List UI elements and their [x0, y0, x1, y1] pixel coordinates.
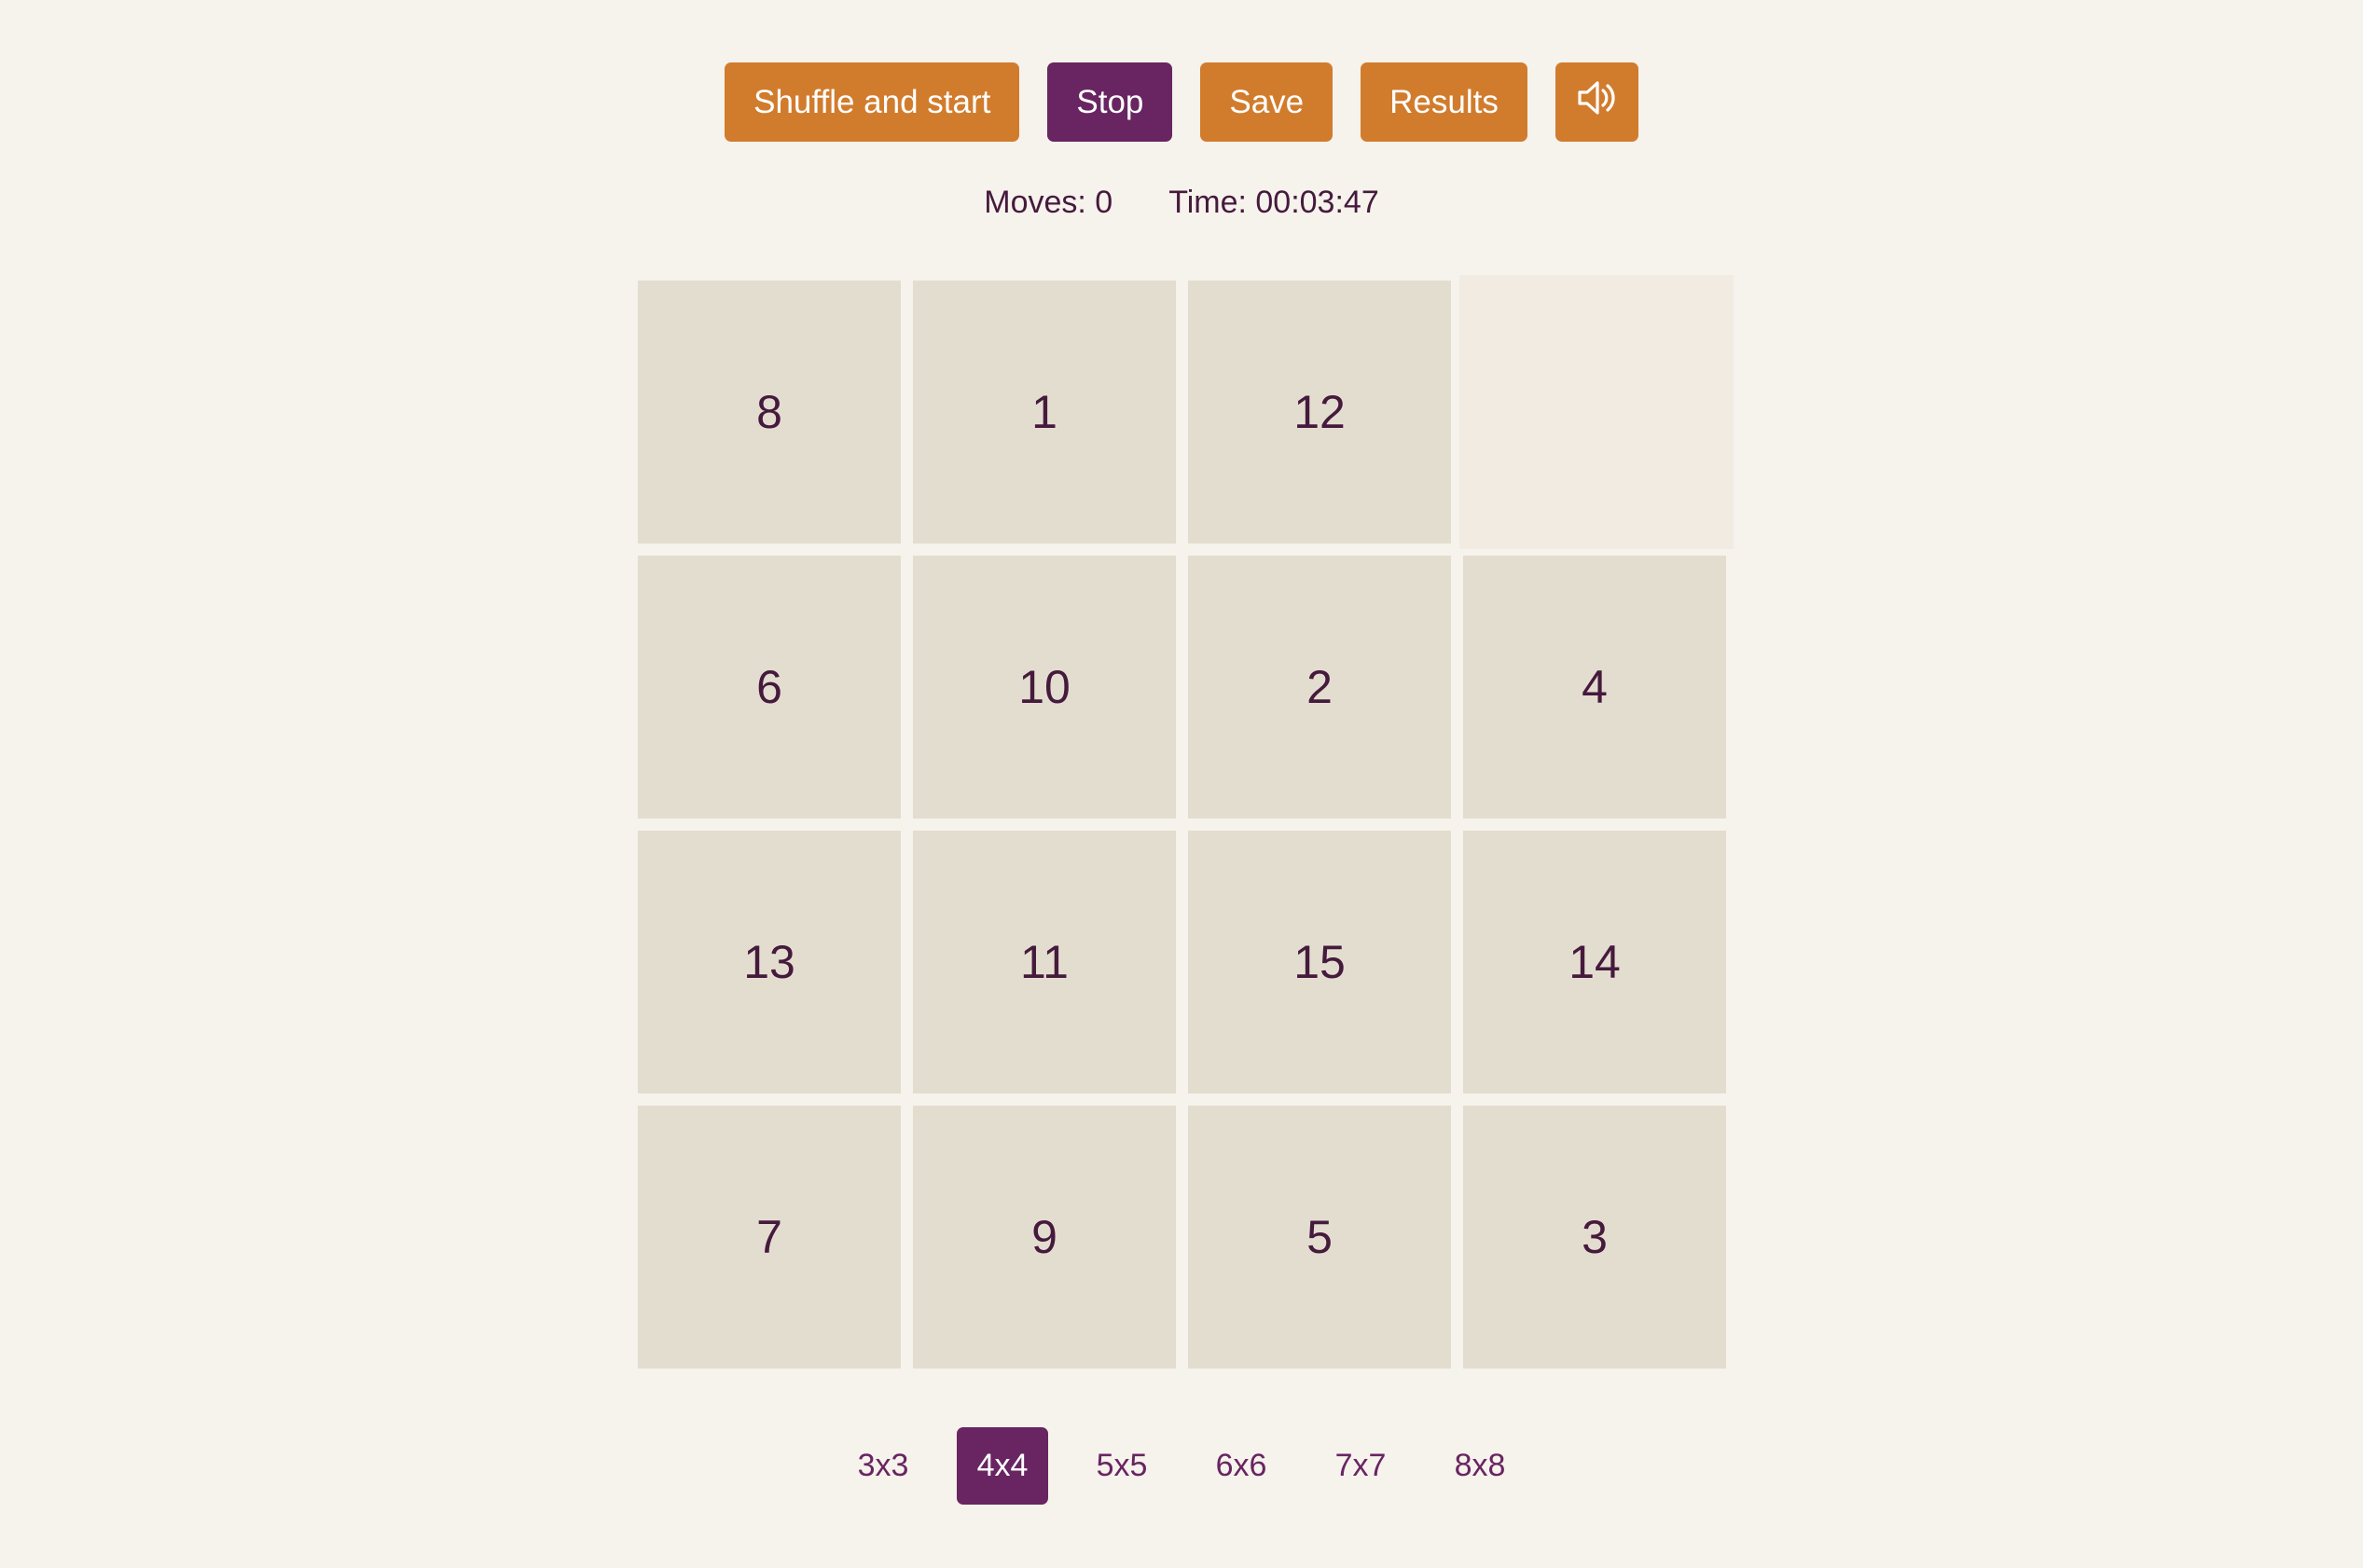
puzzle-tile[interactable]: 4: [1463, 556, 1726, 818]
puzzle-tile[interactable]: 7: [638, 1106, 901, 1369]
size-option-8x8[interactable]: 8x8: [1434, 1427, 1526, 1505]
size-option-7x7[interactable]: 7x7: [1315, 1427, 1406, 1505]
size-option-5x5[interactable]: 5x5: [1076, 1427, 1168, 1505]
size-option-3x3[interactable]: 3x3: [837, 1427, 929, 1505]
puzzle-tile[interactable]: 2: [1188, 556, 1451, 818]
size-option-6x6[interactable]: 6x6: [1195, 1427, 1287, 1505]
puzzle-board: 8 1 12 6 10 2 4 13 11 15 14 7 9 5 3: [638, 275, 1734, 1369]
puzzle-tile[interactable]: 10: [913, 556, 1176, 818]
toolbar: Shuffle and start Stop Save Results: [0, 62, 2363, 142]
puzzle-tile[interactable]: 3: [1463, 1106, 1726, 1369]
stop-button[interactable]: Stop: [1047, 62, 1173, 142]
puzzle-tile[interactable]: 14: [1463, 831, 1726, 1093]
save-button[interactable]: Save: [1200, 62, 1334, 142]
speaker-icon: [1574, 76, 1619, 129]
results-button[interactable]: Results: [1361, 62, 1527, 142]
puzzle-tile[interactable]: 13: [638, 831, 901, 1093]
puzzle-tile[interactable]: 9: [913, 1106, 1176, 1369]
game-stats: Moves: 0 Time: 00:03:47: [0, 185, 2363, 221]
board-size-selector: 3x3 4x4 5x5 6x6 7x7 8x8: [0, 1427, 2363, 1505]
puzzle-tile[interactable]: 8: [638, 281, 901, 543]
puzzle-tile[interactable]: 5: [1188, 1106, 1451, 1369]
sound-toggle-button[interactable]: [1555, 62, 1638, 142]
puzzle-tile[interactable]: 12: [1188, 281, 1451, 543]
puzzle-tile[interactable]: 15: [1188, 831, 1451, 1093]
puzzle-tile[interactable]: 11: [913, 831, 1176, 1093]
puzzle-tile[interactable]: 1: [913, 281, 1176, 543]
moves-counter: Moves: 0: [984, 185, 1113, 220]
size-option-4x4[interactable]: 4x4: [957, 1427, 1048, 1505]
shuffle-and-start-button[interactable]: Shuffle and start: [725, 62, 1020, 142]
empty-cell: [1459, 275, 1734, 549]
timer: Time: 00:03:47: [1168, 185, 1379, 220]
puzzle-tile[interactable]: 6: [638, 556, 901, 818]
